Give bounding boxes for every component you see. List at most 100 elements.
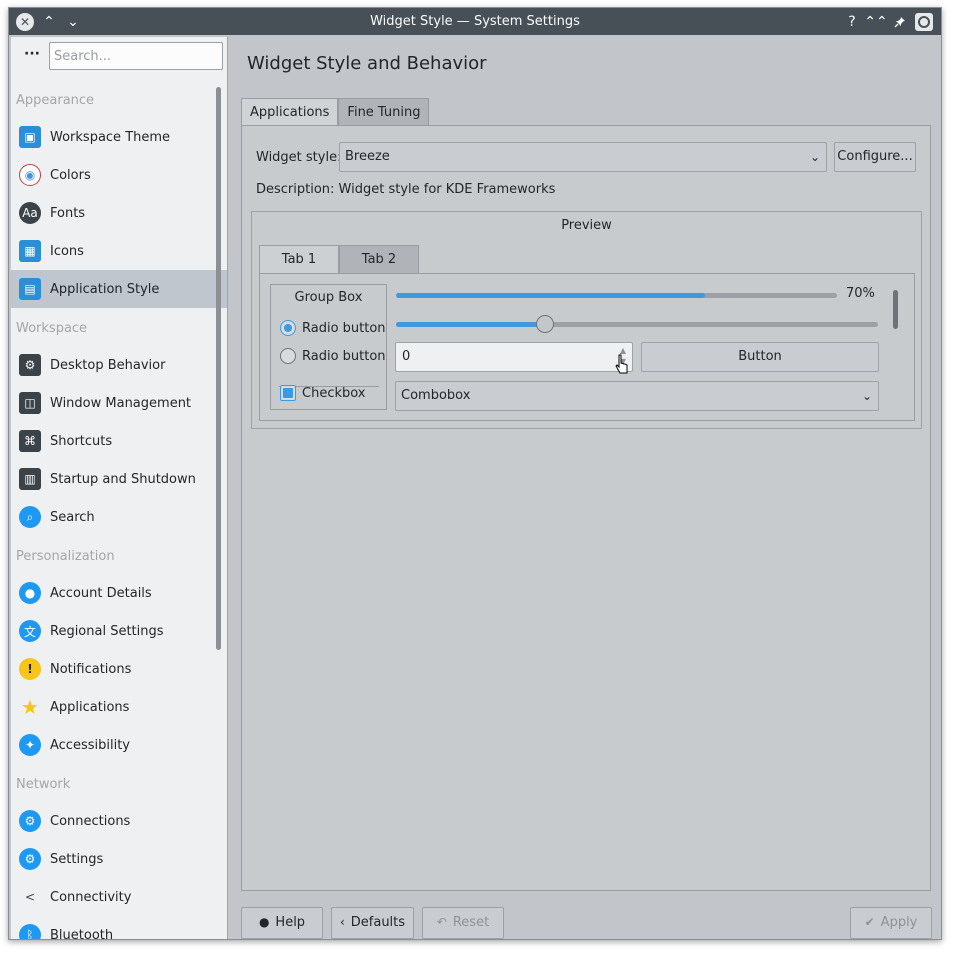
fonts-icon: Aa [19, 202, 41, 224]
chevron-down-icon: ⌄ [809, 150, 820, 164]
sidebar-item-fonts[interactable]: Aa Fonts [11, 194, 227, 232]
sidebar-item-connectivity[interactable]: < Connectivity [11, 878, 227, 916]
tab-applications[interactable]: Applications [241, 98, 339, 125]
sidebar-item-connections[interactable]: ⚙ Connections [11, 802, 227, 840]
sidebar-list: Appearance ▣ Workspace Theme ◉ Colors Aa Fonts… [11, 80, 227, 939]
sidebar-item-label: Desktop Behavior [50, 357, 166, 373]
sidebar-item-label: Connectivity [50, 889, 132, 905]
notifications-icon: ! [19, 658, 41, 680]
help-footer-button[interactable]: ● Help [241, 907, 323, 939]
widget-style-combobox[interactable]: Breeze ⌄ [339, 142, 827, 172]
system-settings-window: Widget Style — System Settings ✕ ⌃ ⌄ ? ⌃… [8, 7, 942, 940]
sidebar-item-applications[interactable]: ★ Applications [11, 688, 227, 726]
preview-radio-2[interactable]: Radio button [280, 347, 386, 365]
reset-button[interactable]: ↶ Reset [422, 907, 504, 939]
preview-checkbox[interactable]: Checkbox [280, 384, 366, 402]
shortcuts-icon: ⌘ [19, 430, 41, 452]
preview-slider[interactable] [396, 315, 878, 333]
widget-style-value: Breeze [345, 149, 390, 164]
slider-fill [396, 322, 545, 327]
sidebar-item-label: Account Details [50, 585, 152, 601]
chevron-down-icon: ⌄ [67, 13, 79, 30]
help-circle-icon: ● [258, 915, 270, 929]
chevron-up-icon: ⌃ [43, 13, 55, 30]
defaults-button[interactable]: ‹ Defaults [331, 907, 414, 939]
sidebar-item-account-details[interactable]: ● Account Details [11, 574, 227, 612]
accessibility-icon: ✦ [19, 734, 41, 756]
sidebar-item-accessibility[interactable]: ✦ Accessibility [11, 726, 227, 764]
sidebar-item-regional-settings[interactable]: 文 Regional Settings [11, 612, 227, 650]
sidebar-item-search[interactable]: ⌕ Search [11, 498, 227, 536]
maximize-button[interactable]: ⌄ [62, 8, 84, 35]
sidebar-item-desktop-behavior[interactable]: ⚙ Desktop Behavior [11, 346, 227, 384]
close-button[interactable]: ✕ [14, 8, 36, 35]
sidebar-item-notifications[interactable]: ! Notifications [11, 650, 227, 688]
applications-star-icon: ★ [21, 695, 39, 719]
app-menu-button[interactable] [913, 8, 935, 35]
preview-radio-1[interactable]: Radio button [280, 319, 386, 337]
sidebar-item-label: Accessibility [50, 737, 130, 753]
minimize-button[interactable]: ⌃ [38, 8, 60, 35]
bluetooth-icon: ᛒ [19, 924, 41, 939]
more-horizontal-icon[interactable]: ··· [21, 45, 43, 67]
checkmark-icon: ✔ [864, 915, 875, 929]
preview-tab-1[interactable]: Tab 1 [259, 245, 339, 273]
help-icon: ? [848, 13, 856, 30]
sidebar-item-label: Notifications [50, 661, 132, 677]
main-content: Widget Style and Behavior Applications F… [228, 37, 941, 939]
sidebar-item-window-management[interactable]: ◫ Window Management [11, 384, 227, 422]
sidebar-item-label: Settings [50, 851, 104, 867]
apply-button[interactable]: ✔ Apply [850, 907, 932, 939]
sidebar-category-appearance: Appearance [16, 93, 95, 108]
sidebar-item-label: Shortcuts [50, 433, 113, 449]
configure-button[interactable]: Configure... [834, 142, 916, 172]
sidebar-item-label: Window Management [50, 395, 192, 411]
preview-combobox[interactable]: Combobox ⌄ [395, 381, 879, 411]
reset-label: Reset [452, 915, 490, 930]
sidebar-item-workspace-theme[interactable]: ▣ Workspace Theme [11, 118, 227, 156]
preview-button[interactable]: Button [641, 342, 879, 372]
sidebar-category-network: Network [16, 777, 71, 792]
sidebar-item-application-style[interactable]: ▤ Application Style [11, 270, 227, 308]
slider-handle[interactable] [536, 315, 554, 333]
sidebar-item-bluetooth[interactable]: ᛒ Bluetooth [11, 916, 227, 939]
preview-scrollbar[interactable] [893, 290, 898, 329]
colors-icon: ◉ [19, 164, 41, 186]
tab-bar: Applications Fine Tuning [241, 98, 430, 125]
sidebar-item-label: Application Style [50, 281, 160, 297]
preview-group-box: Group Box Radio button Radio button Chec… [270, 284, 387, 410]
preview-combobox-value: Combobox [401, 388, 471, 403]
preview-progress-bar [396, 293, 837, 298]
chevron-down-icon: ⌄ [861, 389, 872, 403]
sidebar-item-settings[interactable]: ⚙ Settings [11, 840, 227, 878]
radio-unchecked-icon [280, 348, 296, 364]
sidebar-item-startup-and-shutdown[interactable]: ▥ Startup and Shutdown [11, 460, 227, 498]
tab-fine-tuning[interactable]: Fine Tuning [338, 98, 430, 125]
spinbox-value: 0 [402, 349, 411, 364]
help-label: Help [275, 915, 306, 930]
pin-button[interactable] [889, 8, 911, 35]
sidebar-category-personalization: Personalization [16, 549, 115, 564]
sidebar-scrollbar[interactable] [216, 87, 221, 650]
close-icon: ✕ [16, 12, 34, 31]
sidebar-item-label: Icons [50, 243, 84, 259]
sidebar-item-label: Search [50, 509, 95, 525]
network-settings-icon: ⚙ [19, 848, 41, 870]
checkbox-label: Checkbox [302, 385, 366, 401]
preview-spinbox[interactable]: 0 ▲ ▼ [395, 342, 633, 372]
mouse-cursor-icon [615, 354, 628, 374]
sidebar-item-shortcuts[interactable]: ⌘ Shortcuts [11, 422, 227, 460]
sidebar-item-colors[interactable]: ◉ Colors [11, 156, 227, 194]
keep-above-button[interactable]: ⌃⌃ [864, 8, 887, 35]
help-button[interactable]: ? [841, 8, 863, 35]
sidebar-item-icons[interactable]: ▦ Icons [11, 232, 227, 270]
page-title: Widget Style and Behavior [247, 53, 487, 74]
search-icon: ⌕ [19, 506, 41, 528]
application-style-icon: ▤ [19, 278, 41, 300]
progress-text: 70% [846, 286, 875, 301]
title-bar[interactable]: Widget Style — System Settings ✕ ⌃ ⌄ ? ⌃… [9, 8, 941, 35]
search-input[interactable] [49, 42, 223, 70]
sidebar-item-label: Bluetooth [50, 927, 114, 940]
tab-panel-applications: Widget style: Breeze ⌄ Configure... Desc… [241, 125, 931, 891]
preview-tab-2[interactable]: Tab 2 [339, 245, 419, 273]
